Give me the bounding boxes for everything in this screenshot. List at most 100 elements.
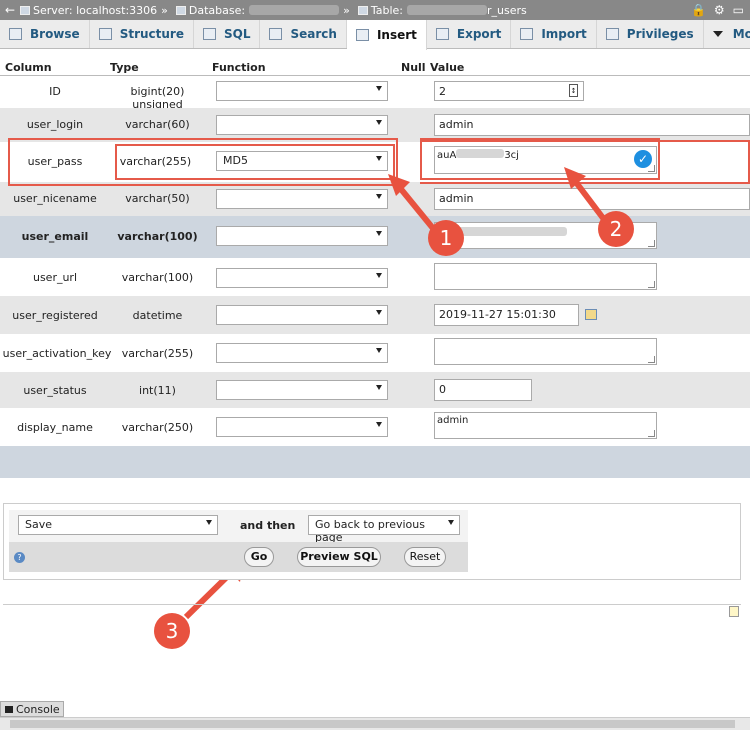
breadcrumb-table[interactable]: Table: r_users bbox=[357, 4, 527, 17]
privileges-icon bbox=[605, 28, 619, 40]
value-input[interactable]: admin bbox=[434, 188, 750, 210]
function-select[interactable] bbox=[216, 417, 388, 437]
annotation-badge-1: 1 bbox=[428, 220, 464, 256]
value-textarea[interactable] bbox=[434, 263, 657, 290]
after-insert-select[interactable]: Go back to previous page bbox=[308, 515, 460, 544]
table-row: display_name varchar(250) admin bbox=[0, 408, 750, 446]
tab-more[interactable]: More bbox=[704, 20, 750, 48]
reset-button[interactable]: Reset bbox=[404, 547, 446, 567]
function-select[interactable] bbox=[216, 115, 388, 135]
gear-icon[interactable]: ⚙ bbox=[714, 3, 725, 17]
column-type: int(11) bbox=[139, 384, 176, 397]
tab-sql[interactable]: SQL bbox=[194, 20, 261, 48]
tab-export[interactable]: Export bbox=[427, 20, 512, 48]
tab-search[interactable]: Search bbox=[260, 20, 347, 48]
value-input[interactable]: admin bbox=[434, 114, 750, 136]
and-then-label: and then bbox=[240, 519, 296, 532]
column-name: user_login bbox=[26, 118, 84, 131]
table-row: user_activation_key varchar(255) bbox=[0, 334, 750, 372]
horizontal-scrollbar[interactable] bbox=[0, 717, 750, 730]
help-icon[interactable]: ? bbox=[14, 552, 25, 563]
redacted-database-name bbox=[249, 5, 340, 15]
function-select[interactable] bbox=[216, 268, 388, 288]
chevron-down-icon bbox=[376, 273, 382, 278]
chevron-down-icon bbox=[376, 86, 382, 91]
annotation-badge-2: 2 bbox=[598, 211, 634, 247]
column-name: display_name bbox=[17, 421, 93, 434]
chevron-down-icon bbox=[376, 310, 382, 315]
header-column: Column bbox=[5, 61, 52, 74]
value-input[interactable]: 2 ↕ bbox=[434, 81, 584, 101]
export-icon bbox=[435, 28, 449, 40]
chevron-down-icon bbox=[376, 385, 382, 390]
minimize-icon[interactable]: ▭ bbox=[733, 3, 744, 17]
breadcrumb-server[interactable]: Server: localhost:3306 » bbox=[20, 4, 172, 17]
database-icon bbox=[175, 5, 186, 15]
annotation-box-function bbox=[115, 144, 395, 180]
chevron-down-icon bbox=[376, 348, 382, 353]
breadcrumb-database[interactable]: Database: » bbox=[175, 4, 354, 17]
value-textarea[interactable]: admin bbox=[434, 412, 657, 439]
function-select[interactable] bbox=[216, 226, 388, 246]
table-row: user_login varchar(60) admin bbox=[0, 108, 750, 142]
preview-sql-button[interactable]: Preview SQL bbox=[297, 547, 381, 567]
browse-icon bbox=[9, 28, 22, 40]
value-textarea[interactable] bbox=[434, 338, 657, 365]
calendar-icon[interactable] bbox=[585, 309, 597, 320]
column-type: varchar(50) bbox=[125, 192, 190, 205]
table-icon bbox=[357, 5, 368, 15]
stepper-icon[interactable]: ↕ bbox=[569, 84, 578, 97]
search-icon bbox=[269, 28, 283, 40]
go-button[interactable]: Go bbox=[244, 547, 274, 567]
table-row: user_registered datetime 2019-11-27 15:0… bbox=[0, 296, 750, 334]
scrollbar-thumb[interactable] bbox=[10, 720, 735, 728]
column-name: user_nicename bbox=[13, 192, 97, 205]
annotation-badge-3: 3 bbox=[154, 613, 190, 649]
console-icon bbox=[5, 705, 13, 713]
table-row: user_url varchar(100) bbox=[0, 258, 750, 296]
column-name: user_url bbox=[32, 271, 78, 284]
chevron-down-icon bbox=[448, 520, 454, 525]
column-type: varchar(60) bbox=[125, 118, 190, 131]
back-arrow-icon[interactable]: ← bbox=[0, 3, 20, 17]
tab-browse[interactable]: Browse bbox=[0, 20, 90, 48]
chevron-down-icon bbox=[712, 31, 723, 37]
structure-icon bbox=[98, 28, 112, 40]
insert-icon bbox=[355, 29, 369, 41]
table-row: user_email varchar(100) bbox=[0, 216, 750, 258]
server-icon bbox=[20, 5, 30, 15]
column-type: datetime bbox=[132, 309, 183, 322]
import-icon bbox=[520, 28, 534, 40]
function-select[interactable] bbox=[216, 380, 388, 400]
save-action-select[interactable]: Save bbox=[18, 515, 218, 535]
function-select[interactable] bbox=[216, 343, 388, 363]
value-input[interactable]: 0 bbox=[434, 379, 532, 401]
function-select[interactable] bbox=[216, 81, 388, 101]
chevron-down-icon bbox=[376, 120, 382, 125]
function-select[interactable] bbox=[216, 305, 388, 325]
header-type: Type bbox=[110, 61, 139, 74]
column-type: varchar(255) bbox=[121, 347, 194, 360]
header-null: Null bbox=[401, 61, 426, 74]
save-buttons-row: ? Go Preview SQL Reset bbox=[9, 542, 468, 572]
tab-insert[interactable]: Insert bbox=[346, 20, 427, 50]
redacted-email bbox=[457, 227, 567, 236]
column-name: user_activation_key bbox=[2, 347, 112, 360]
tab-privileges[interactable]: Privileges bbox=[597, 20, 704, 48]
lock-icon[interactable]: 🔒 bbox=[691, 3, 706, 17]
sql-icon bbox=[202, 28, 216, 40]
chevron-down-icon bbox=[376, 194, 382, 199]
tab-import[interactable]: Import bbox=[511, 20, 597, 48]
function-select[interactable] bbox=[216, 189, 388, 209]
redacted-table-prefix bbox=[407, 5, 487, 15]
save-options-row: Save and then Go back to previous page bbox=[9, 510, 468, 544]
notes-icon[interactable] bbox=[729, 606, 739, 617]
table-row: user_status int(11) 0 bbox=[0, 372, 750, 408]
column-name: user_registered bbox=[12, 309, 98, 322]
tab-bar: Browse Structure SQL Search Insert Expor… bbox=[0, 20, 750, 50]
column-name: user_status bbox=[23, 384, 87, 397]
console-button[interactable]: Console bbox=[0, 701, 64, 717]
tab-structure[interactable]: Structure bbox=[90, 20, 194, 48]
column-name: user_email bbox=[21, 230, 89, 243]
value-input[interactable]: 2019-11-27 15:01:30 bbox=[434, 304, 579, 326]
